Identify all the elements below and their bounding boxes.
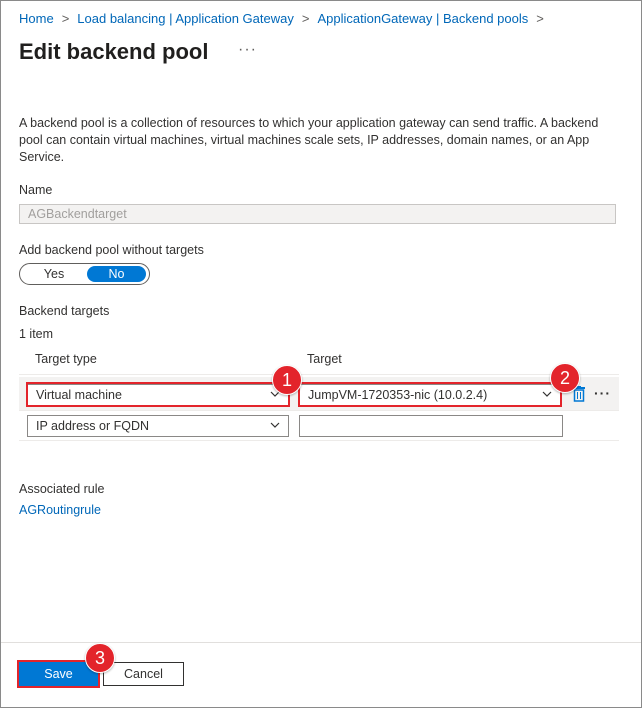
target-type-value-2: IP address or FQDN: [36, 419, 150, 433]
without-targets-toggle: Yes No: [19, 263, 150, 285]
target-type-value-1: Virtual machine: [36, 388, 122, 402]
breadcrumb-load-balancing[interactable]: Load balancing | Application Gateway: [77, 11, 294, 26]
table-divider: [19, 410, 619, 411]
chevron-right-icon: >: [61, 11, 70, 26]
chevron-down-icon: [542, 391, 552, 397]
associated-rule-link[interactable]: AGRoutingrule: [19, 503, 101, 517]
target-value-1: JumpVM-1720353-nic (10.0.2.4): [308, 388, 488, 402]
callout-badge-3: 3: [85, 643, 115, 673]
backend-targets-label: Backend targets: [19, 304, 110, 318]
name-label: Name: [19, 183, 53, 197]
table-divider: [19, 374, 619, 375]
breadcrumb: Home > Load balancing | Application Gatewa…: [19, 11, 552, 26]
name-field: AGBackendtarget: [19, 204, 616, 224]
cancel-button[interactable]: Cancel: [103, 662, 184, 686]
toggle-no-option[interactable]: No: [87, 266, 146, 282]
chevron-right-icon: >: [301, 11, 310, 26]
row-more-options-button[interactable]: ···: [594, 385, 611, 401]
more-options-button[interactable]: ···: [238, 41, 257, 59]
chevron-down-icon: [270, 422, 280, 428]
column-header-target-type: Target type: [35, 352, 97, 366]
target-input-2[interactable]: [299, 415, 563, 437]
pool-description: A backend pool is a collection of resour…: [19, 116, 599, 164]
associated-rule-label: Associated rule: [19, 482, 105, 496]
item-count: 1 item: [19, 327, 54, 341]
breadcrumb-backend-pools[interactable]: ApplicationGateway | Backend pools: [317, 11, 528, 26]
callout-badge-2: 2: [550, 363, 580, 393]
callout-badge-1: 1: [272, 365, 302, 395]
target-dropdown-1[interactable]: JumpVM-1720353-nic (10.0.2.4): [299, 384, 561, 406]
target-type-dropdown-1[interactable]: Virtual machine: [27, 384, 289, 406]
toggle-yes-option[interactable]: Yes: [23, 266, 85, 282]
column-header-target: Target: [307, 352, 342, 366]
page-title: Edit backend pool: [19, 39, 209, 64]
chevron-right-icon: >: [536, 11, 544, 26]
without-targets-label: Add backend pool without targets: [19, 243, 204, 257]
blade-panel: Home > Load balancing | Application Gatewa…: [0, 0, 642, 708]
target-type-dropdown-2[interactable]: IP address or FQDN: [27, 415, 289, 437]
breadcrumb-home[interactable]: Home: [19, 11, 54, 26]
table-divider: [19, 440, 619, 441]
